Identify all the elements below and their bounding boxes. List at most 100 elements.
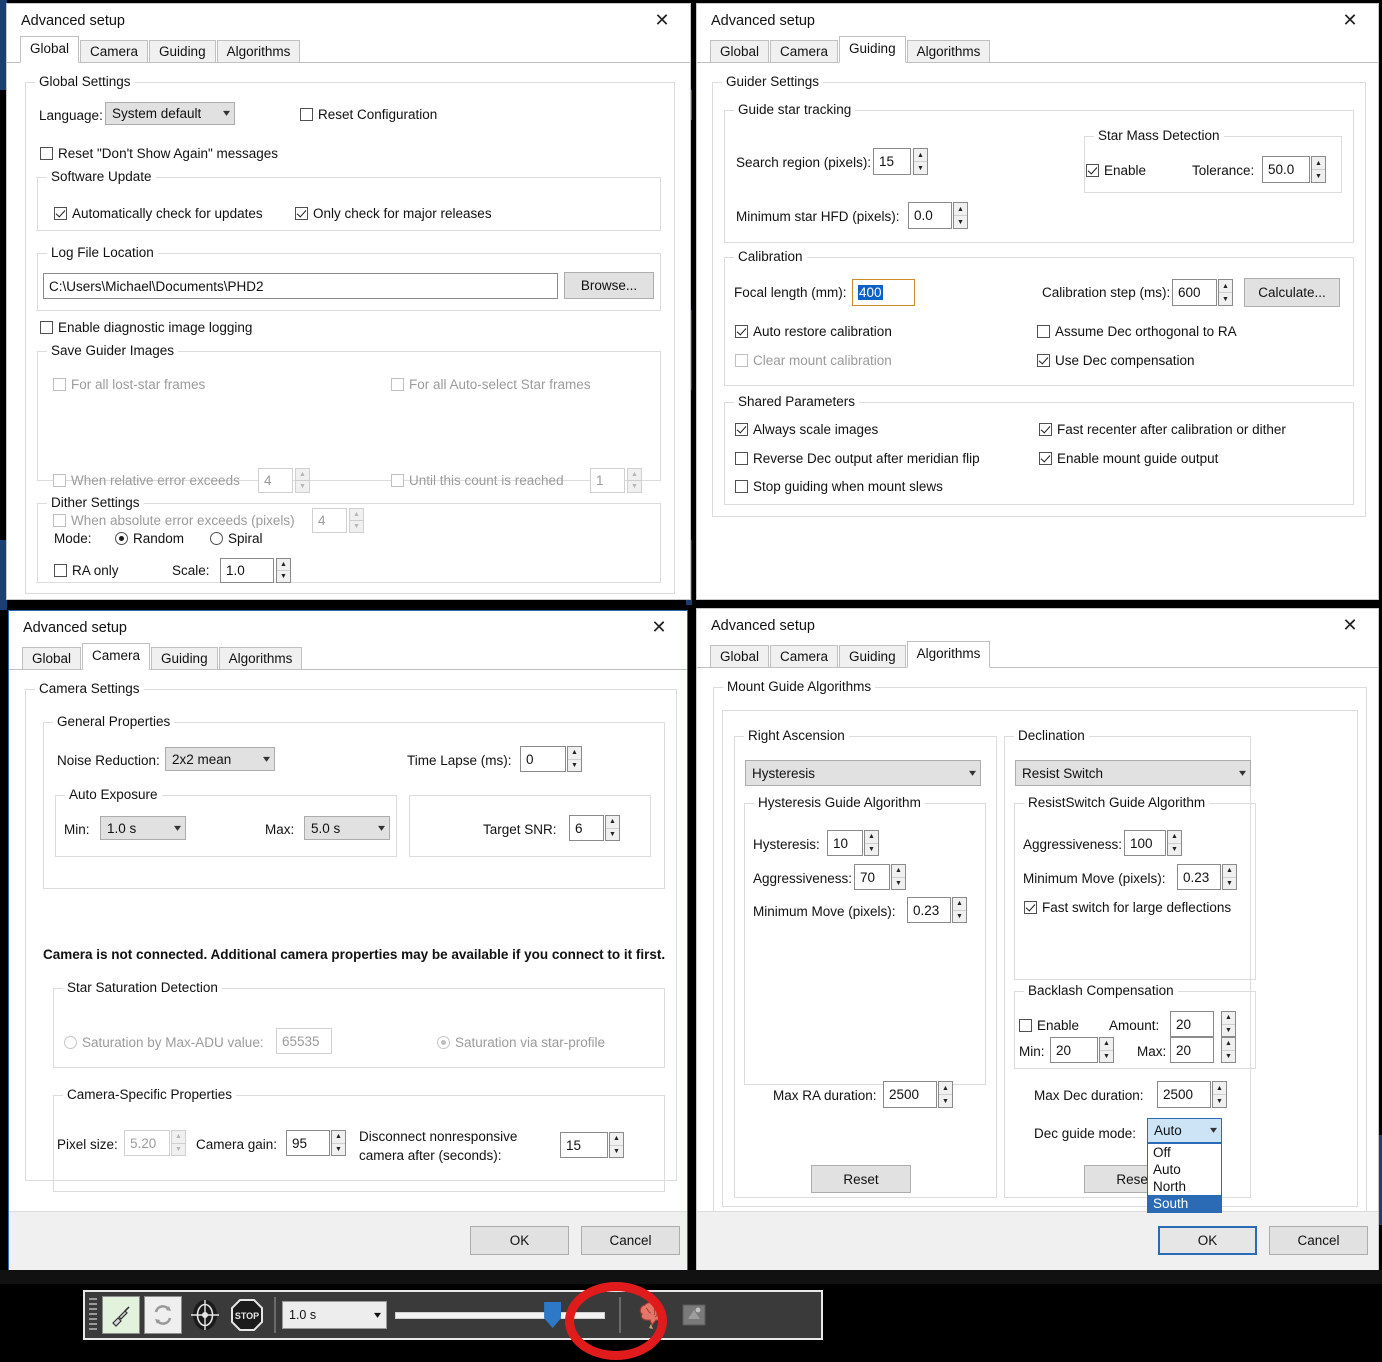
tab-algorithms[interactable]: Algorithms xyxy=(906,40,991,62)
pixel-size-stepper[interactable]: ▲ ▼ xyxy=(171,1130,186,1156)
relative-error-checkbox[interactable]: When relative error exceeds xyxy=(53,473,240,488)
tab-guiding[interactable]: Guiding xyxy=(839,645,906,667)
tab-camera[interactable]: Camera xyxy=(770,40,839,62)
stepper-down-icon[interactable]: ▼ xyxy=(865,844,878,856)
browse-button[interactable]: Browse... xyxy=(564,272,654,299)
tab-guiding[interactable]: Guiding xyxy=(839,36,906,63)
stepper-up-icon[interactable]: ▲ xyxy=(892,865,905,878)
calculate-button[interactable]: Calculate... xyxy=(1244,278,1340,307)
stepper-up-icon[interactable]: ▲ xyxy=(865,831,878,844)
auto-check-updates-checkbox[interactable]: Automatically check for updates xyxy=(54,206,263,221)
target-snr-input[interactable]: 6 xyxy=(569,815,604,841)
camera-gain-stepper[interactable]: ▲ ▼ xyxy=(331,1130,346,1156)
stepper-down-icon[interactable]: ▼ xyxy=(277,571,290,582)
enable-diagnostic-logging-checkbox[interactable]: Enable diagnostic image logging xyxy=(40,320,252,335)
stepper-down-icon[interactable]: ▼ xyxy=(892,878,905,890)
max-dec-duration-stepper[interactable]: ▲ ▼ xyxy=(1212,1081,1227,1108)
lost-star-frames-checkbox[interactable]: For all lost-star frames xyxy=(53,377,205,392)
loop-exposure-icon[interactable] xyxy=(144,1296,182,1334)
close-icon[interactable]: ✕ xyxy=(1328,611,1372,641)
until-count-stepper[interactable]: ▲ ▼ xyxy=(627,468,642,493)
star-mass-enable-checkbox[interactable]: Enable xyxy=(1086,163,1146,178)
ra-only-checkbox[interactable]: RA only xyxy=(54,563,119,578)
stepper-down-icon[interactable]: ▼ xyxy=(914,162,927,174)
tab-guiding[interactable]: Guiding xyxy=(151,647,218,669)
stepper-up-icon[interactable]: ▲ xyxy=(172,1131,185,1144)
until-count-input[interactable]: 1 xyxy=(590,468,625,493)
stepper-down-icon[interactable]: ▼ xyxy=(610,1146,623,1158)
fast-switch-checkbox[interactable]: Fast switch for large deflections xyxy=(1024,900,1231,915)
connect-equipment-icon[interactable] xyxy=(102,1296,140,1334)
reset-dont-show-checkbox[interactable]: Reset "Don't Show Again" messages xyxy=(40,146,278,161)
tolerance-input[interactable]: 50.0 xyxy=(1262,156,1310,183)
camera-settings-icon[interactable] xyxy=(675,1296,713,1334)
close-icon[interactable]: ✕ xyxy=(1328,6,1372,36)
stepper-up-icon[interactable]: ▲ xyxy=(953,898,966,911)
tab-global[interactable]: Global xyxy=(22,647,82,669)
ok-button[interactable]: OK xyxy=(470,1226,569,1255)
stepper-up-icon[interactable]: ▲ xyxy=(1219,280,1232,293)
guide-target-icon[interactable] xyxy=(186,1296,224,1334)
reset-configuration-checkbox[interactable]: Reset Configuration xyxy=(300,107,437,122)
cancel-button[interactable]: Cancel xyxy=(581,1226,680,1255)
disconnect-timeout-stepper[interactable]: ▲ ▼ xyxy=(609,1132,624,1158)
saturation-by-adu-radio[interactable]: Saturation by Max-ADU value: xyxy=(64,1035,264,1050)
stepper-down-icon[interactable]: ▼ xyxy=(296,481,309,492)
search-region-stepper[interactable]: ▲ ▼ xyxy=(913,148,928,175)
language-combo[interactable]: System default ▾ xyxy=(105,102,235,125)
dither-random-radio[interactable]: Random xyxy=(115,531,184,546)
target-snr-stepper[interactable]: ▲ ▼ xyxy=(605,815,620,841)
stepper-down-icon[interactable]: ▼ xyxy=(954,216,967,228)
toolbar-grip-handle[interactable] xyxy=(89,1298,97,1332)
tolerance-stepper[interactable]: ▲ ▼ xyxy=(1311,156,1326,183)
tab-algorithms[interactable]: Algorithms xyxy=(218,647,303,669)
ra-algorithm-combo[interactable]: Hysteresis ▾ xyxy=(745,760,981,786)
backlash-amount-input[interactable]: 20 xyxy=(1170,1011,1214,1037)
dec-guide-mode-combo[interactable]: Auto ▾ xyxy=(1147,1118,1222,1143)
stepper-up-icon[interactable]: ▲ xyxy=(610,1133,623,1146)
relative-error-input[interactable]: 4 xyxy=(258,468,293,493)
ra-aggressiveness-stepper[interactable]: ▲ ▼ xyxy=(891,864,906,890)
stepper-up-icon[interactable]: ▲ xyxy=(1312,157,1325,170)
stepper-down-icon[interactable]: ▼ xyxy=(606,829,619,841)
saturation-via-profile-radio[interactable]: Saturation via star-profile xyxy=(437,1035,605,1050)
dither-scale-input[interactable]: 1.0 xyxy=(220,558,274,583)
stepper-up-icon[interactable]: ▲ xyxy=(568,747,581,760)
tab-algorithms[interactable]: Algorithms xyxy=(216,40,301,62)
stepper-up-icon[interactable]: ▲ xyxy=(628,469,641,481)
backlash-max-input[interactable]: 20 xyxy=(1170,1037,1214,1063)
backlash-enable-checkbox[interactable]: Enable xyxy=(1019,1018,1079,1033)
ra-aggressiveness-input[interactable]: 70 xyxy=(854,864,890,890)
tab-bar[interactable]: Global Camera Guiding Algorithms xyxy=(7,36,690,63)
until-count-checkbox[interactable]: Until this count is reached xyxy=(391,473,564,488)
close-icon[interactable]: ✕ xyxy=(640,6,684,36)
dropdown-option-auto[interactable]: Auto xyxy=(1148,1161,1221,1178)
dropdown-option-south[interactable]: South xyxy=(1148,1195,1221,1212)
advanced-setup-dialog-guiding[interactable]: Advanced setup ✕ Global Camera Guiding A… xyxy=(696,3,1379,600)
auto-restore-calibration-checkbox[interactable]: Auto restore calibration xyxy=(735,324,892,339)
backlash-min-stepper[interactable]: ▲ ▼ xyxy=(1099,1037,1114,1063)
log-path-input[interactable]: C:\Users\Michael\Documents\PHD2 xyxy=(43,273,558,299)
relative-error-stepper[interactable]: ▲ ▼ xyxy=(295,468,310,493)
ra-min-move-input[interactable]: 0.23 xyxy=(907,897,951,923)
exposure-min-combo[interactable]: 1.0 s ▾ xyxy=(100,816,186,840)
fast-recenter-checkbox[interactable]: Fast recenter after calibration or dithe… xyxy=(1039,422,1286,437)
stepper-down-icon[interactable]: ▼ xyxy=(172,1144,185,1156)
stepper-up-icon[interactable]: ▲ xyxy=(939,1082,952,1095)
backlash-amount-stepper[interactable]: ▲ ▼ xyxy=(1221,1011,1236,1037)
close-icon[interactable]: ✕ xyxy=(637,613,681,643)
tab-camera[interactable]: Camera xyxy=(80,40,149,62)
tab-algorithms[interactable]: Algorithms xyxy=(906,641,991,668)
pixel-size-input[interactable]: 5.20 xyxy=(124,1130,170,1156)
hysteresis-stepper[interactable]: ▲ ▼ xyxy=(864,830,879,856)
calibration-step-input[interactable]: 600 xyxy=(1172,279,1217,306)
clear-mount-calibration-checkbox[interactable]: Clear mount calibration xyxy=(735,353,892,368)
min-hfd-stepper[interactable]: ▲ ▼ xyxy=(953,202,968,229)
stop-guiding-checkbox[interactable]: Stop guiding when mount slews xyxy=(735,479,943,494)
phd2-main-toolbar[interactable]: STOP 1.0 s ▾ xyxy=(83,1290,823,1340)
stepper-up-icon[interactable]: ▲ xyxy=(1168,831,1181,844)
max-dec-duration-input[interactable]: 2500 xyxy=(1157,1081,1211,1108)
camera-gain-input[interactable]: 95 xyxy=(286,1130,330,1156)
stepper-down-icon[interactable]: ▼ xyxy=(953,911,966,923)
stepper-down-icon[interactable]: ▼ xyxy=(1222,1025,1235,1037)
